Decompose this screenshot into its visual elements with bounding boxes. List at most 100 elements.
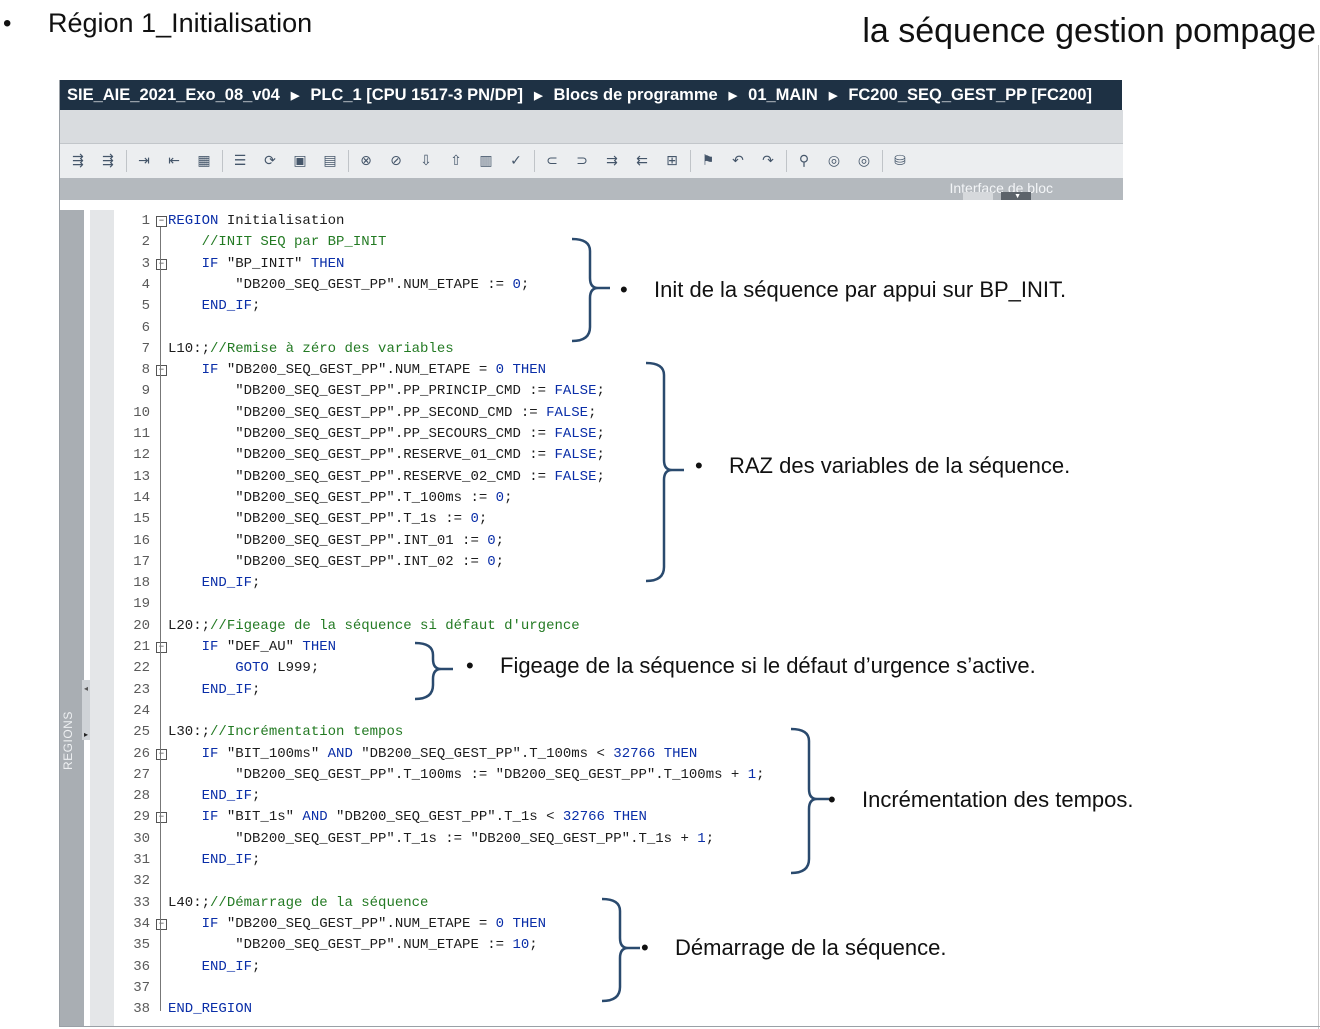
interface-expand-button[interactable] xyxy=(963,192,993,200)
code-editor-window: SIE_AIE_2021_Exo_08_v04 ▶ PLC_1 [CPU 151… xyxy=(59,80,1123,1026)
fold-toggle-icon[interactable]: − xyxy=(156,812,167,824)
line-number: 23 xyxy=(133,681,150,698)
code-line[interactable]: 30 "DB200_SEQ_GEST_PP".T_1s := "DB200_SE… xyxy=(60,829,1123,850)
check-icon[interactable]: ✓ xyxy=(504,150,528,172)
block-interface-bar[interactable]: Interface de bloc ▼ xyxy=(60,178,1123,200)
code-line[interactable]: 9 "DB200_SEQ_GEST_PP".PP_PRINCIP_CMD := … xyxy=(60,381,1123,402)
database-icon[interactable]: ⛁ xyxy=(888,150,912,172)
toggle-breakpoint-icon[interactable]: ⊗ xyxy=(354,150,378,172)
line-number: 26 xyxy=(133,745,150,762)
open-file-icon[interactable]: ▤ xyxy=(318,150,342,172)
breadcrumb-item-main[interactable]: 01_MAIN xyxy=(748,86,818,105)
code-text: END_REGION xyxy=(168,1001,253,1018)
save-icon[interactable]: ▣ xyxy=(288,150,312,172)
code-text: END_IF; xyxy=(168,575,261,592)
header-band xyxy=(60,110,1123,144)
code-line[interactable]: 19 xyxy=(60,594,1123,615)
delete-breakpoint-icon[interactable]: ⊘ xyxy=(384,150,408,172)
code-line[interactable]: 10 "DB200_SEQ_GEST_PP".PP_SECOND_CMD := … xyxy=(60,403,1123,424)
code-line[interactable]: 8− IF "DB200_SEQ_GEST_PP".NUM_ETAPE = 0 … xyxy=(60,360,1123,381)
comment-icon[interactable]: ⊂ xyxy=(540,150,564,172)
slide-bullet: • xyxy=(3,10,12,37)
line-number: 34 xyxy=(133,915,150,932)
breadcrumb: SIE_AIE_2021_Exo_08_v04 ▶ PLC_1 [CPU 151… xyxy=(60,80,1122,110)
code-line[interactable]: 23 END_IF; xyxy=(60,680,1123,701)
grid-icon[interactable]: ▥ xyxy=(474,150,498,172)
bookmark-next-icon[interactable]: ↷ xyxy=(756,150,780,172)
toolbar-separator xyxy=(882,150,883,172)
fold-toggle-icon[interactable]: − xyxy=(156,918,167,930)
line-number: 27 xyxy=(133,766,150,783)
annotation-bullet: • xyxy=(828,787,836,812)
download-icon[interactable]: ⇩ xyxy=(414,150,438,172)
code-line[interactable]: 25 L30:;//Incrémentation tempos xyxy=(60,722,1123,743)
outdent-icon[interactable]: ⇤ xyxy=(162,150,186,172)
line-number: 12 xyxy=(133,447,150,464)
code-line[interactable]: 32 xyxy=(60,871,1123,892)
annotation-text: Démarrage de la séquence. xyxy=(675,935,947,960)
code-line[interactable]: 15 "DB200_SEQ_GEST_PP".T_1s := 0; xyxy=(60,509,1123,530)
code-line[interactable]: 11 "DB200_SEQ_GEST_PP".PP_SECOURS_CMD :=… xyxy=(60,424,1123,445)
indent-icon[interactable]: ⇥ xyxy=(132,150,156,172)
code-line[interactable]: 35 "DB200_SEQ_GEST_PP".NUM_ETAPE := 10; xyxy=(60,935,1123,956)
code-line[interactable]: 24 xyxy=(60,701,1123,722)
code-text: "DB200_SEQ_GEST_PP".PP_SECOURS_CMD := FA… xyxy=(168,426,605,442)
upload-icon[interactable]: ⇧ xyxy=(444,150,468,172)
list-icon[interactable]: ☰ xyxy=(228,150,252,172)
search-icon[interactable]: ⚲ xyxy=(792,150,816,172)
uncomment-icon[interactable]: ⊃ xyxy=(570,150,594,172)
code-text: IF "DB200_SEQ_GEST_PP".NUM_ETAPE = 0 THE… xyxy=(168,915,547,932)
fold-toggle-icon[interactable]: − xyxy=(156,258,167,270)
insert-network-2-icon[interactable]: ⇶ xyxy=(96,150,120,172)
code-text: "DB200_SEQ_GEST_PP".T_100ms := "DB200_SE… xyxy=(168,766,765,783)
annotation-bullet: • xyxy=(641,935,649,960)
outdent-lines-icon[interactable]: ⇇ xyxy=(630,150,654,172)
fold-toggle-icon[interactable]: − xyxy=(156,216,167,227)
insert-network-icon[interactable]: ⇶ xyxy=(66,150,90,172)
annotation-text: Figeage de la séquence si le défaut d’ur… xyxy=(500,653,1036,678)
code-line[interactable]: 26− IF "BIT_100ms" AND "DB200_SEQ_GEST_P… xyxy=(60,744,1123,765)
code-line[interactable]: 16 "DB200_SEQ_GEST_PP".INT_01 := 0; xyxy=(60,531,1123,552)
code-line[interactable]: 20 L20:;//Figeage de la séquence si défau… xyxy=(60,616,1123,637)
code-line[interactable]: 17 "DB200_SEQ_GEST_PP".INT_02 := 0; xyxy=(60,552,1123,573)
tag-icon[interactable]: ◎ xyxy=(822,150,846,172)
code-line[interactable]: 33 L40:;//Démarrage de la séquence xyxy=(60,893,1123,914)
toolbar-separator xyxy=(222,150,223,172)
chevron-down-icon: ▼ xyxy=(1014,193,1021,200)
breadcrumb-item-program-blocks[interactable]: Blocs de programme xyxy=(554,86,718,105)
fold-toggle-icon[interactable]: − xyxy=(156,748,167,760)
bookmark-prev-icon[interactable]: ↶ xyxy=(726,150,750,172)
monitor-icon[interactable]: ▦ xyxy=(192,150,216,172)
indent-lines-icon[interactable]: ⇉ xyxy=(600,150,624,172)
bookmark-icon[interactable]: ⚑ xyxy=(696,150,720,172)
line-number: 21 xyxy=(133,639,150,655)
code-line[interactable]: 27 "DB200_SEQ_GEST_PP".T_100ms := "DB200… xyxy=(60,765,1123,786)
fold-toggle-icon[interactable]: − xyxy=(156,365,167,377)
chevron-right-icon: ▶ xyxy=(728,89,738,102)
code-line[interactable]: 18 END_IF; xyxy=(60,573,1123,594)
code-line[interactable]: 14 "DB200_SEQ_GEST_PP".T_100ms := 0; xyxy=(60,488,1123,509)
code-line[interactable]: 38 END_REGION xyxy=(60,999,1123,1020)
breadcrumb-item-plc[interactable]: PLC_1 [CPU 1517-3 PN/DP] xyxy=(310,86,523,105)
code-line[interactable]: 34− IF "DB200_SEQ_GEST_PP".NUM_ETAPE = 0… xyxy=(60,914,1123,935)
code-line[interactable]: 31 END_IF; xyxy=(60,850,1123,871)
code-line[interactable]: 36 END_IF; xyxy=(60,957,1123,978)
fold-toggle-icon[interactable]: − xyxy=(156,642,167,653)
line-number: 22 xyxy=(133,660,150,677)
code-line[interactable]: 37 xyxy=(60,978,1123,999)
code-text: "DB200_SEQ_GEST_PP".T_1s := 0; xyxy=(168,511,488,528)
code-text: GOTO L999; xyxy=(168,660,320,677)
line-number: 20 xyxy=(133,617,150,634)
wrap-icon[interactable]: ⊞ xyxy=(660,150,684,172)
code-line[interactable]: 1− REGION Initialisation xyxy=(60,211,1123,232)
line-number: 8 xyxy=(141,362,150,379)
tag-2-icon[interactable]: ◎ xyxy=(852,150,876,172)
toolbar-separator xyxy=(348,150,349,172)
code-text: END_IF; xyxy=(168,298,261,315)
toolbar-separator xyxy=(690,150,691,172)
sync-icon[interactable]: ⟳ xyxy=(258,150,282,172)
code-text: "DB200_SEQ_GEST_PP".PP_PRINCIP_CMD := FA… xyxy=(168,383,605,400)
toolbar-separator xyxy=(126,150,127,172)
breadcrumb-item-project[interactable]: SIE_AIE_2021_Exo_08_v04 xyxy=(67,86,280,105)
breadcrumb-item-block[interactable]: FC200_SEQ_GEST_PP [FC200] xyxy=(848,86,1092,105)
